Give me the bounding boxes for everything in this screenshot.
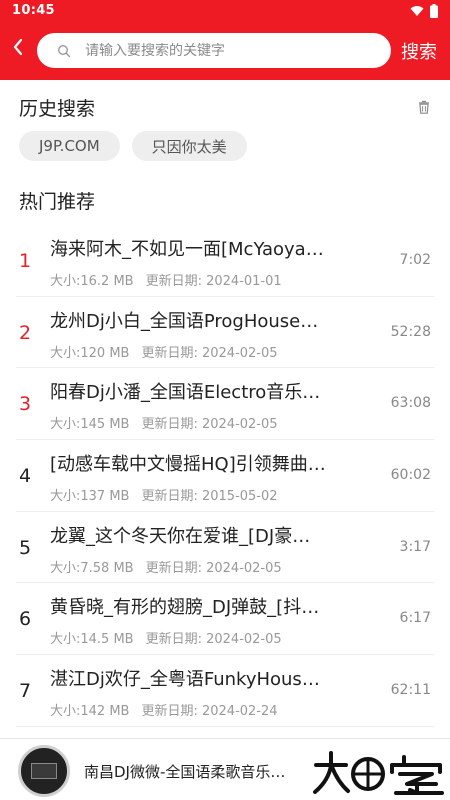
song-date: 更新日期: 2015-05-02: [141, 489, 278, 505]
hot-list: 1 海来阿木_不如见一面[McYaoya… 大小:16.2 MB 更新日期: 20…: [0, 225, 450, 727]
song-meta: 大小:14.5 MB 更新日期: 2024-02-05: [50, 628, 282, 647]
rank-number: 3: [18, 393, 32, 416]
song-date: 更新日期: 2024-02-05: [141, 417, 278, 433]
album-cover[interactable]: [18, 745, 70, 797]
list-item[interactable]: 1 海来阿木_不如见一面[McYaoya… 大小:16.2 MB 更新日期: 20…: [0, 225, 450, 297]
status-icons: [410, 3, 438, 19]
song-title: 龙州Dj小白_全国语ProgHouse…: [50, 310, 319, 332]
status-bar: 10:45: [0, 0, 450, 22]
rank-number: 7: [18, 680, 32, 703]
list-item[interactable]: 4 [动感车载中文慢摇HQ]引领舞曲… 大小:137 MB 更新日期: 2015-…: [0, 440, 450, 512]
song-meta: 大小:7.58 MB 更新日期: 2024-02-05: [50, 557, 282, 576]
song-size: 大小:120 MB: [50, 345, 130, 361]
song-duration: 60:02: [390, 467, 431, 484]
song-title: [动感车载中文慢摇HQ]引领舞曲…: [50, 454, 326, 476]
back-arrow-icon: [12, 38, 24, 60]
song-size: 大小:7.58 MB: [50, 560, 134, 576]
song-date: 更新日期: 2024-02-24: [141, 704, 278, 720]
player-track-title: 南昌DJ微微-全国语柔歌音乐…: [84, 763, 286, 781]
search-button[interactable]: 搜索: [401, 38, 437, 64]
history-title: 历史搜索: [19, 98, 96, 120]
rank-number: 6: [18, 608, 32, 631]
song-duration: 63:08: [390, 395, 431, 412]
wifi-icon: [410, 5, 424, 17]
list-item[interactable]: 7 湛江Dj欢仔_全粤语FunkyHous… 大小:142 MB 更新日期: 20…: [0, 655, 450, 727]
song-date: 更新日期: 2024-02-05: [141, 345, 278, 361]
song-title: 阳春Dj小潘_全国语Electro音乐…: [50, 382, 321, 404]
history-tag[interactable]: J9P.COM: [19, 131, 120, 161]
song-date: 更新日期: 2024-02-05: [145, 632, 282, 648]
rank-number: 1: [18, 250, 32, 272]
song-date: 更新日期: 2024-02-05: [145, 560, 282, 576]
list-item[interactable]: 6 黄昏晓_有形的翅膀_DJ弹鼓_[抖… 大小:14.5 MB 更新日期: 202…: [0, 583, 450, 655]
history-tag[interactable]: 只因你太美: [131, 131, 247, 161]
song-title: 龙翼_这个冬天你在爱谁_[DJ豪…: [50, 525, 311, 547]
song-date: 更新日期: 2024-01-01: [145, 274, 282, 289]
song-size: 大小:142 MB: [50, 704, 130, 720]
search-icon: [57, 43, 73, 59]
history-tags: J9P.COM 只因你太美: [19, 131, 247, 161]
song-size: 大小:16.2 MB: [50, 274, 134, 289]
trash-icon[interactable]: [417, 99, 433, 115]
song-title: 黄昏晓_有形的翅膀_DJ弹鼓_[抖…: [50, 597, 320, 619]
song-size: 大小:137 MB: [50, 489, 130, 505]
top-bar: 10:45 搜索: [0, 0, 450, 80]
watermark-logo: [313, 751, 444, 795]
song-title: 湛江Dj欢仔_全粤语FunkyHous…: [50, 669, 320, 691]
song-meta: 大小:142 MB 更新日期: 2024-02-24: [50, 700, 278, 719]
hot-title: 热门推荐: [19, 191, 96, 213]
list-item[interactable]: 3 阳春Dj小潘_全国语Electro音乐… 大小:145 MB 更新日期: 20…: [0, 368, 450, 440]
song-duration: 62:11: [390, 682, 431, 699]
list-item[interactable]: 5 龙翼_这个冬天你在爱谁_[DJ豪… 大小:7.58 MB 更新日期: 2024…: [0, 512, 450, 584]
song-duration: 7:02: [399, 252, 431, 268]
song-meta: 大小:145 MB 更新日期: 2024-02-05: [50, 413, 278, 432]
song-duration: 3:17: [399, 538, 431, 555]
song-meta: 大小:137 MB 更新日期: 2015-05-02: [50, 485, 278, 504]
song-title: 海来阿木_不如见一面[McYaoya…: [50, 239, 324, 260]
list-item[interactable]: 2 龙州Dj小白_全国语ProgHouse… 大小:120 MB 更新日期: 20…: [0, 297, 450, 369]
status-time: 10:45: [12, 3, 55, 18]
song-size: 大小:14.5 MB: [50, 632, 134, 648]
search-input[interactable]: [85, 42, 365, 59]
back-button[interactable]: [4, 32, 32, 66]
song-duration: 52:28: [390, 323, 431, 340]
battery-icon: [430, 4, 438, 18]
song-duration: 6:17: [399, 610, 431, 627]
rank-number: 4: [18, 465, 32, 488]
search-box[interactable]: [37, 33, 391, 68]
song-size: 大小:145 MB: [50, 417, 130, 433]
album-cover-art: [31, 763, 57, 779]
rank-number: 5: [18, 536, 32, 559]
rank-number: 2: [18, 321, 32, 344]
song-meta: 大小:120 MB 更新日期: 2024-02-05: [50, 342, 278, 361]
song-meta: 大小:16.2 MB 更新日期: 2024-01-01: [50, 270, 282, 289]
